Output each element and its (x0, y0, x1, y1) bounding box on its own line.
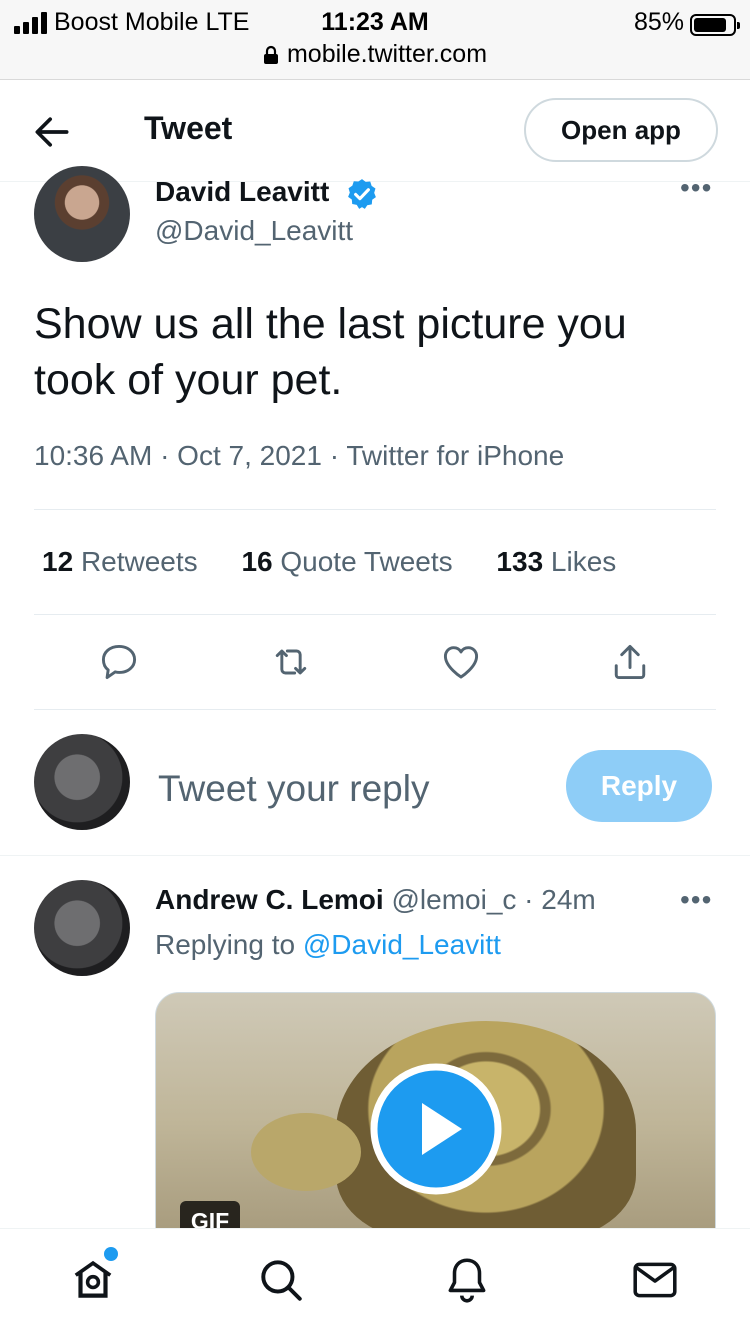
divider (34, 614, 716, 615)
likes-stat[interactable]: 133 Likes (496, 546, 616, 578)
reply-more-menu[interactable]: ••• (680, 884, 712, 916)
battery-icon (690, 14, 740, 36)
heart-icon[interactable] (439, 640, 483, 684)
arrow-left-icon[interactable] (30, 110, 74, 154)
quotes-count: 16 (241, 546, 273, 577)
reply-meta: @lemoi_c · 24m (391, 884, 596, 915)
reply-author-avatar[interactable] (34, 880, 130, 976)
gif-media[interactable]: GIF (155, 992, 716, 1232)
retweet-icon[interactable] (269, 640, 313, 684)
tweet-more-menu[interactable]: ••• (680, 172, 712, 204)
divider (34, 709, 716, 710)
tweet-meta: 10:36 AM · Oct 7, 2021 · Twitter for iPh… (34, 440, 565, 471)
status-row: Boost Mobile LTE 11:23 AM 85% (0, 6, 750, 38)
likes-count: 133 (496, 546, 544, 577)
search-icon[interactable] (256, 1255, 306, 1305)
ios-status-bar: Boost Mobile LTE 11:23 AM 85% mobile.twi… (0, 0, 750, 80)
open-app-button[interactable]: Open app (524, 98, 718, 162)
current-user-avatar[interactable] (34, 734, 130, 830)
reply-author-name[interactable]: Andrew C. Lemoi (155, 884, 384, 915)
reply-button[interactable]: Reply (566, 750, 712, 822)
reply-header: Andrew C. Lemoi @lemoi_c · 24m (155, 884, 596, 916)
turtle-head-image (251, 1113, 361, 1191)
retweets-label: Retweets (80, 546, 198, 577)
bell-icon[interactable] (442, 1255, 492, 1305)
reply-input[interactable]: Tweet your reply (158, 768, 429, 810)
replying-to-link[interactable]: @David_Leavitt (303, 929, 501, 960)
home-icon[interactable] (68, 1255, 118, 1305)
author-avatar[interactable] (34, 166, 130, 262)
battery-fill (694, 18, 727, 32)
retweets-count: 12 (42, 546, 74, 577)
home-notification-dot (104, 1247, 118, 1261)
author-name[interactable]: David Leavitt (155, 176, 329, 208)
quotes-label: Quote Tweets (280, 546, 453, 577)
page-title: Tweet (144, 110, 233, 146)
author-handle[interactable]: @David_Leavitt (155, 215, 353, 247)
verified-badge-icon (348, 179, 376, 209)
share-icon[interactable] (608, 640, 652, 684)
url-bar[interactable]: mobile.twitter.com (0, 40, 750, 69)
lock-icon (263, 46, 278, 65)
replying-to: Replying to @David_Leavitt (155, 929, 501, 961)
tweet-stats: 12 Retweets 16 Quote Tweets 133 Likes (42, 546, 652, 578)
divider (34, 509, 716, 510)
top-header: Tweet Open app (0, 80, 750, 182)
divider (0, 855, 750, 856)
quote-tweets-stat[interactable]: 16 Quote Tweets (241, 546, 452, 578)
likes-label: Likes (550, 546, 617, 577)
battery-percent: 85% (633, 8, 684, 36)
retweets-stat[interactable]: 12 Retweets (42, 546, 198, 578)
bottom-nav (0, 1228, 750, 1334)
mail-icon[interactable] (630, 1255, 680, 1305)
reply-icon[interactable] (97, 640, 141, 684)
replying-prefix: Replying to (155, 929, 303, 960)
play-icon[interactable] (370, 1063, 502, 1195)
url-text: mobile.twitter.com (286, 40, 488, 68)
tweet-text: Show us all the last picture you took of… (34, 300, 627, 404)
